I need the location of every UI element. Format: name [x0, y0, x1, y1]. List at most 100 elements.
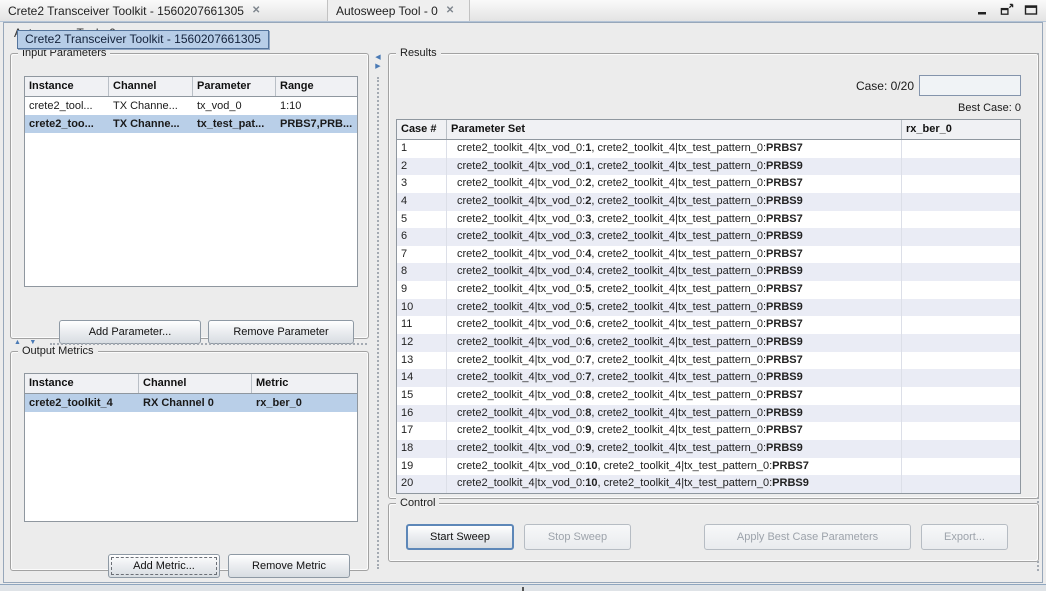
rx-ber-value: [902, 405, 1020, 423]
results-row[interactable]: 12crete2_toolkit_4|tx_vod_0:6, crete2_to…: [397, 334, 1020, 352]
case-number: 17: [397, 422, 447, 440]
column-header[interactable]: Instance: [25, 374, 139, 393]
maximize-icon[interactable]: [1024, 3, 1038, 17]
collapse-right-icon[interactable]: ▶: [372, 62, 384, 71]
case-number: 18: [397, 440, 447, 458]
control-group: Control Start SweepStop SweepApply Best …: [388, 503, 1039, 562]
parameter-set: crete2_toolkit_4|tx_vod_0:6, crete2_tool…: [447, 334, 902, 352]
parameter-set: crete2_toolkit_4|tx_vod_0:5, crete2_tool…: [447, 299, 902, 317]
results-row[interactable]: 19crete2_toolkit_4|tx_vod_0:10, crete2_t…: [397, 458, 1020, 476]
results-row[interactable]: 1crete2_toolkit_4|tx_vod_0:1, crete2_too…: [397, 140, 1020, 158]
results-row[interactable]: 5crete2_toolkit_4|tx_vod_0:3, crete2_too…: [397, 211, 1020, 229]
rx-ber-value: [902, 458, 1020, 476]
results-row[interactable]: 14crete2_toolkit_4|tx_vod_0:7, crete2_to…: [397, 369, 1020, 387]
column-header[interactable]: Range: [276, 77, 357, 96]
case-number: 7: [397, 246, 447, 264]
group-title: Control: [396, 497, 439, 510]
results-row[interactable]: 3crete2_toolkit_4|tx_vod_0:2, crete2_too…: [397, 175, 1020, 193]
parameter-set: crete2_toolkit_4|tx_vod_0:8, crete2_tool…: [447, 405, 902, 423]
results-table-body: 1crete2_toolkit_4|tx_vod_0:1, crete2_too…: [397, 140, 1020, 493]
close-icon[interactable]: ✕: [252, 5, 260, 16]
results-row[interactable]: 11crete2_toolkit_4|tx_vod_0:6, crete2_to…: [397, 316, 1020, 334]
column-header[interactable]: Case #: [397, 120, 447, 139]
column-header[interactable]: Instance: [25, 77, 109, 96]
remove-metric-button[interactable]: Remove Metric: [228, 554, 350, 578]
case-number: 3: [397, 175, 447, 193]
cell: 1:10: [276, 97, 357, 115]
input-parameter-row[interactable]: crete2_too...TX Channe...tx_test_pat...P…: [25, 115, 357, 133]
best-case-label: Best Case: 0: [901, 102, 1021, 114]
input-parameters-table-body: crete2_tool...TX Channe...tx_vod_01:10cr…: [25, 97, 357, 133]
input-parameters-table[interactable]: Instance Channel Parameter Range crete2_…: [24, 76, 358, 287]
tab-label: Autosweep Tool - 0: [336, 4, 438, 18]
results-row[interactable]: 20crete2_toolkit_4|tx_vod_0:10, crete2_t…: [397, 475, 1020, 493]
rx-ber-value: [902, 175, 1020, 193]
case-number: 14: [397, 369, 447, 387]
results-row[interactable]: 13crete2_toolkit_4|tx_vod_0:7, crete2_to…: [397, 352, 1020, 370]
results-row[interactable]: 15crete2_toolkit_4|tx_vod_0:8, crete2_to…: [397, 387, 1020, 405]
case-number: 19: [397, 458, 447, 476]
rx-ber-value: [902, 369, 1020, 387]
case-number: 6: [397, 228, 447, 246]
rx-ber-value: [902, 281, 1020, 299]
sweep-progress-bar: [919, 75, 1021, 96]
output-metric-row[interactable]: crete2_toolkit_4RX Channel 0rx_ber_0: [25, 394, 357, 412]
rx-ber-value: [902, 140, 1020, 158]
parameter-set: crete2_toolkit_4|tx_vod_0:6, crete2_tool…: [447, 316, 902, 334]
results-row[interactable]: 16crete2_toolkit_4|tx_vod_0:8, crete2_to…: [397, 405, 1020, 423]
restore-icon[interactable]: [1000, 3, 1014, 17]
results-row[interactable]: 9crete2_toolkit_4|tx_vod_0:5, crete2_too…: [397, 281, 1020, 299]
output-metrics-table[interactable]: Instance Channel Metric crete2_toolkit_4…: [24, 373, 358, 522]
case-number: 8: [397, 263, 447, 281]
column-header[interactable]: Channel: [109, 77, 193, 96]
column-header[interactable]: Parameter: [193, 77, 276, 96]
case-number: 5: [397, 211, 447, 229]
column-header[interactable]: rx_ber_0: [902, 120, 1020, 139]
results-table[interactable]: Case # Parameter Set rx_ber_0 1crete2_to…: [396, 119, 1021, 494]
tab-crete2-transceiver-toolkit[interactable]: Crete2 Transceiver Toolkit - 15602076613…: [0, 0, 328, 21]
minimize-icon[interactable]: [976, 3, 990, 17]
group-title: Results: [396, 47, 441, 60]
results-row[interactable]: 8crete2_toolkit_4|tx_vod_0:4, crete2_too…: [397, 263, 1020, 281]
column-header[interactable]: Parameter Set: [447, 120, 902, 139]
vertical-splitter[interactable]: ◀ ▶: [372, 53, 384, 571]
rx-ber-value: [902, 475, 1020, 493]
column-header[interactable]: Metric: [252, 374, 357, 393]
rx-ber-value: [902, 387, 1020, 405]
rx-ber-value: [902, 334, 1020, 352]
case-number: 9: [397, 281, 447, 299]
results-row[interactable]: 18crete2_toolkit_4|tx_vod_0:9, crete2_to…: [397, 440, 1020, 458]
table-header: Case # Parameter Set rx_ber_0: [397, 120, 1020, 140]
cell: RX Channel 0: [139, 394, 252, 412]
parameter-set: crete2_toolkit_4|tx_vod_0:4, crete2_tool…: [447, 246, 902, 264]
results-row[interactable]: 17crete2_toolkit_4|tx_vod_0:9, crete2_to…: [397, 422, 1020, 440]
input-parameter-row[interactable]: crete2_tool...TX Channe...tx_vod_01:10: [25, 97, 357, 115]
cell: crete2_toolkit_4: [25, 394, 139, 412]
add-metric-button[interactable]: Add Metric...: [108, 554, 220, 578]
parameter-set: crete2_toolkit_4|tx_vod_0:1, crete2_tool…: [447, 158, 902, 176]
case-number: 4: [397, 193, 447, 211]
export-button: Export...: [921, 524, 1008, 550]
parameter-set: crete2_toolkit_4|tx_vod_0:10, crete2_too…: [447, 458, 902, 476]
results-row[interactable]: 2crete2_toolkit_4|tx_vod_0:1, crete2_too…: [397, 158, 1020, 176]
results-row[interactable]: 7crete2_toolkit_4|tx_vod_0:4, crete2_too…: [397, 246, 1020, 264]
cell: crete2_too...: [25, 115, 109, 133]
close-icon[interactable]: ✕: [446, 5, 454, 16]
collapse-left-icon[interactable]: ◀: [372, 53, 384, 62]
parameter-set: crete2_toolkit_4|tx_vod_0:10, crete2_too…: [447, 475, 902, 493]
results-row[interactable]: 6crete2_toolkit_4|tx_vod_0:3, crete2_too…: [397, 228, 1020, 246]
column-header[interactable]: Channel: [139, 374, 252, 393]
parameter-set: crete2_toolkit_4|tx_vod_0:9, crete2_tool…: [447, 440, 902, 458]
rx-ber-value: [902, 158, 1020, 176]
parameter-set: crete2_toolkit_4|tx_vod_0:9, crete2_tool…: [447, 422, 902, 440]
results-row[interactable]: 4crete2_toolkit_4|tx_vod_0:2, crete2_too…: [397, 193, 1020, 211]
cell: rx_ber_0: [252, 394, 357, 412]
parameter-set: crete2_toolkit_4|tx_vod_0:3, crete2_tool…: [447, 211, 902, 229]
results-row[interactable]: 10crete2_toolkit_4|tx_vod_0:5, crete2_to…: [397, 299, 1020, 317]
case-number: 16: [397, 405, 447, 423]
case-number: 10: [397, 299, 447, 317]
tab-autosweep-tool[interactable]: Autosweep Tool - 0 ✕: [328, 0, 470, 21]
parameter-set: crete2_toolkit_4|tx_vod_0:3, crete2_tool…: [447, 228, 902, 246]
start-sweep-button[interactable]: Start Sweep: [406, 524, 514, 550]
parameter-set: crete2_toolkit_4|tx_vod_0:2, crete2_tool…: [447, 193, 902, 211]
